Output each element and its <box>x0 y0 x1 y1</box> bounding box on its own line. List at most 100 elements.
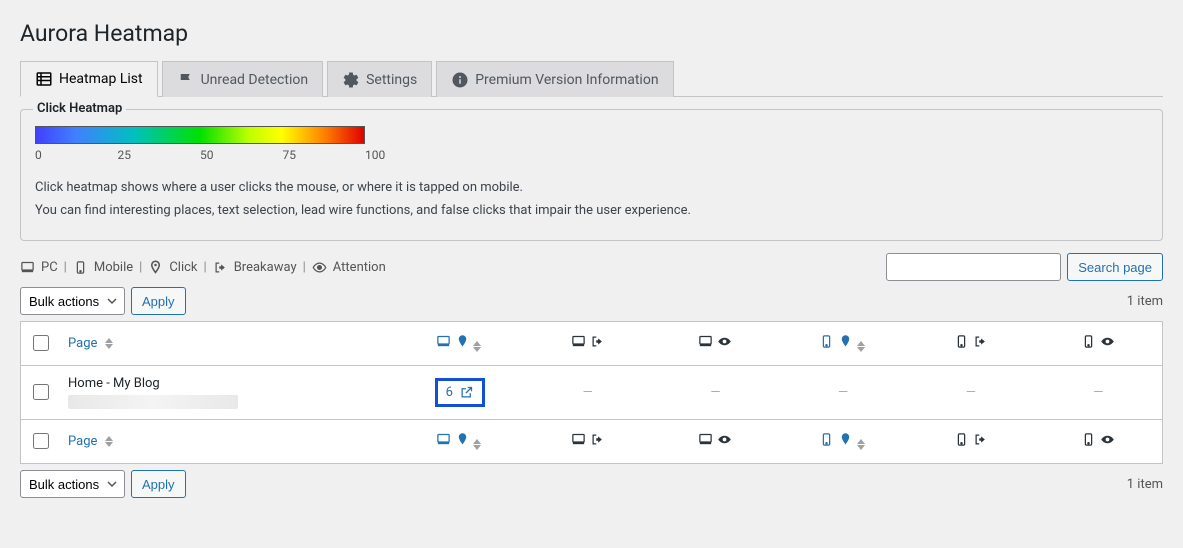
tab-label: Unread Detection <box>201 72 308 88</box>
column-pc-attention <box>698 334 732 349</box>
icon-key-legend: PC| Mobile| Click| Breakaway| Attention <box>20 260 386 275</box>
tab-label: Settings <box>366 72 417 88</box>
tab-unread-detection[interactable]: Unread Detection <box>162 61 323 97</box>
column-mobile-click[interactable] <box>819 334 853 349</box>
pin-icon <box>455 334 470 349</box>
pc-click-count-link[interactable]: 6 <box>435 378 485 407</box>
pin-icon <box>838 334 853 349</box>
column-mobile-attention <box>1081 334 1115 349</box>
heatmap-table: Page <box>20 321 1163 464</box>
mobile-icon <box>73 260 88 275</box>
mobile-icon <box>954 334 969 349</box>
select-all-checkbox[interactable] <box>33 335 49 351</box>
mobile-icon <box>954 432 969 447</box>
eye-icon <box>717 334 732 349</box>
pin-icon <box>838 432 853 447</box>
row-page-title: Home - My Blog <box>68 376 388 391</box>
pin-icon <box>148 260 163 275</box>
column-mobile-breakaway <box>954 432 988 447</box>
empty-cell: — <box>652 366 780 420</box>
tab-heatmap-list[interactable]: Heatmap List <box>20 61 158 97</box>
empty-cell: — <box>1035 366 1163 420</box>
column-mobile-breakaway <box>954 334 988 349</box>
desktop-icon <box>698 334 713 349</box>
gear-icon <box>342 71 360 89</box>
column-page[interactable]: Page <box>68 434 97 449</box>
mobile-icon <box>819 432 834 447</box>
empty-cell: — <box>907 366 1035 420</box>
search-button[interactable]: Search page <box>1067 253 1163 281</box>
key-pc: PC <box>41 260 58 275</box>
row-page-url <box>68 395 238 409</box>
sort-icon <box>473 341 483 352</box>
mobile-icon <box>1081 334 1096 349</box>
sort-icon <box>105 338 113 349</box>
bulk-actions-select-bottom[interactable]: Bulk actions <box>20 470 125 498</box>
breakaway-icon <box>590 432 605 447</box>
external-link-icon <box>459 385 474 400</box>
sort-icon <box>105 436 113 447</box>
column-pc-click[interactable] <box>436 334 470 349</box>
row-checkbox[interactable] <box>33 384 49 400</box>
key-mobile: Mobile <box>94 260 133 275</box>
scale-label: 0 <box>35 148 118 162</box>
eye-icon <box>1100 334 1115 349</box>
empty-cell: — <box>779 366 907 420</box>
eye-icon <box>312 260 327 275</box>
scale-label: 25 <box>118 148 201 162</box>
heatmap-desc-2: You can find interesting places, text se… <box>35 203 1148 218</box>
heatmap-gradient <box>35 126 365 144</box>
column-pc-breakaway <box>571 334 605 349</box>
click-count-value: 6 <box>446 385 453 400</box>
search-input[interactable] <box>886 253 1061 281</box>
breakaway-icon <box>973 432 988 447</box>
pin-icon <box>455 432 470 447</box>
column-page[interactable]: Page <box>68 336 97 351</box>
apply-button-bottom[interactable]: Apply <box>131 470 186 498</box>
desktop-icon <box>698 432 713 447</box>
desktop-icon <box>436 334 451 349</box>
column-pc-click[interactable] <box>436 432 470 447</box>
key-attention: Attention <box>333 260 386 275</box>
select-all-checkbox-bottom[interactable] <box>33 433 49 449</box>
column-pc-attention <box>698 432 732 447</box>
scale-label: 50 <box>200 148 283 162</box>
column-mobile-attention <box>1081 432 1115 447</box>
eye-icon <box>1100 432 1115 447</box>
tab-bar: Heatmap List Unread Detection Settings P… <box>20 61 1163 97</box>
flag-icon <box>177 71 195 89</box>
desktop-icon <box>20 260 35 275</box>
scale-label: 100 <box>365 148 385 162</box>
item-count-top: 1 item <box>1127 294 1163 309</box>
gradient-scale-labels: 0 25 50 75 100 <box>35 148 375 162</box>
sort-icon <box>473 439 483 450</box>
key-breakaway: Breakaway <box>234 260 297 275</box>
sort-icon <box>857 439 867 450</box>
column-mobile-click[interactable] <box>819 432 853 447</box>
key-click: Click <box>169 260 197 275</box>
page-title: Aurora Heatmap <box>20 20 1163 47</box>
breakaway-icon <box>973 334 988 349</box>
mobile-icon <box>1081 432 1096 447</box>
breakaway-icon <box>590 334 605 349</box>
tab-label: Heatmap List <box>59 71 143 87</box>
desktop-icon <box>436 432 451 447</box>
bulk-actions-select-top[interactable]: Bulk actions <box>20 287 125 315</box>
tab-label: Premium Version Information <box>475 72 658 88</box>
breakaway-icon <box>213 260 228 275</box>
tab-settings[interactable]: Settings <box>327 61 432 97</box>
heatmap-desc-1: Click heatmap shows where a user clicks … <box>35 180 1148 195</box>
empty-cell: — <box>524 366 652 420</box>
scale-label: 75 <box>283 148 366 162</box>
list-icon <box>35 70 53 88</box>
tab-premium-info[interactable]: Premium Version Information <box>436 61 673 97</box>
table-row: Home - My Blog 6 — — — — — <box>21 366 1163 420</box>
sort-icon <box>857 341 867 352</box>
desktop-icon <box>571 334 586 349</box>
mobile-icon <box>819 334 834 349</box>
heatmap-info-box: Click Heatmap 0 25 50 75 100 Click heatm… <box>20 109 1163 241</box>
apply-button-top[interactable]: Apply <box>131 287 186 315</box>
desktop-icon <box>571 432 586 447</box>
legend-title: Click Heatmap <box>33 101 126 116</box>
info-icon <box>451 71 469 89</box>
